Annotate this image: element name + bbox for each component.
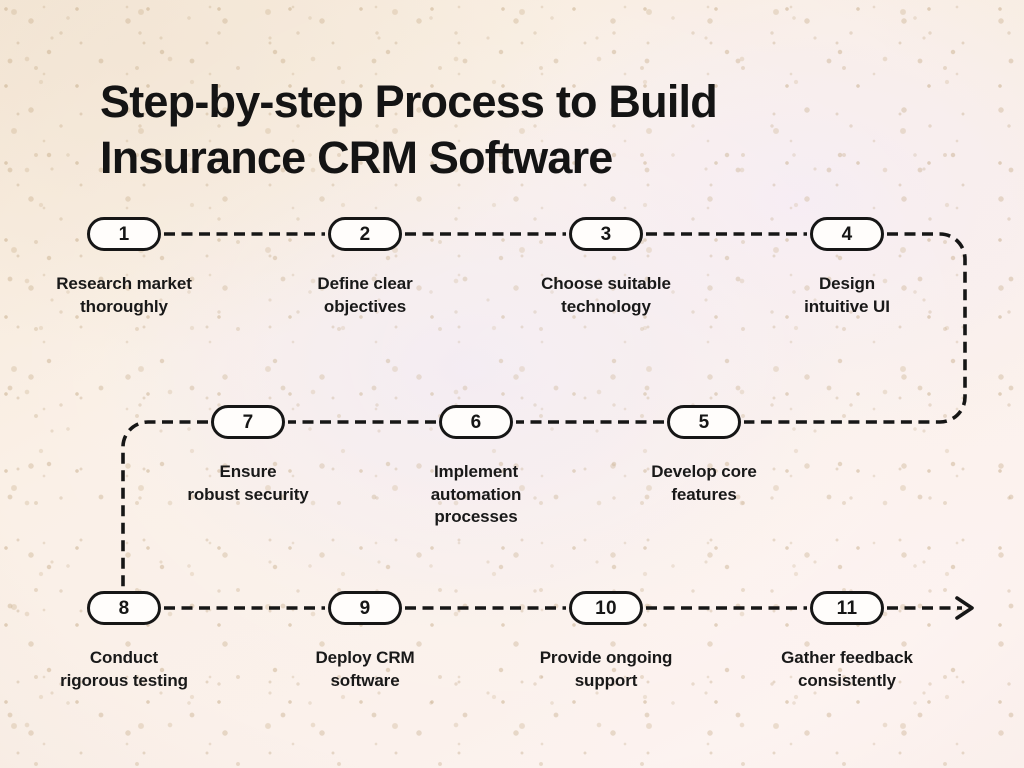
step-badge-6[interactable]: 6 [439,405,513,439]
step-badge-7[interactable]: 7 [211,405,285,439]
step-badge-8[interactable]: 8 [87,591,161,625]
step-badge-2[interactable]: 2 [328,217,402,251]
step-number-5: 5 [698,411,710,433]
step-label-10: Provide ongoing support [539,648,673,690]
step-node-11[interactable]: 11 Gather feedback consistently [732,591,962,692]
step-number-1: 1 [118,223,130,245]
step-node-8[interactable]: 8 Conduct rigorous testing [9,591,239,692]
step-label-9: Deploy CRM software [315,648,415,690]
step-badge-5[interactable]: 5 [667,405,741,439]
infographic-canvas: Step-by-step Process to Build Insurance … [0,0,1024,768]
step-node-9[interactable]: 9 Deploy CRM software [250,591,480,692]
step-number-10: 10 [595,597,617,619]
step-label-1: Research market thoroughly [56,274,192,316]
step-number-8: 8 [118,597,130,619]
step-node-1[interactable]: 1 Research market thoroughly [9,217,239,318]
step-label-3: Choose suitable technology [541,274,671,316]
step-node-7[interactable]: 7 Ensure robust security [133,405,363,506]
step-node-4[interactable]: 4 Design intuitive UI [732,217,962,318]
step-label-4: Design intuitive UI [804,274,890,316]
step-label-5: Develop core features [651,462,757,504]
step-label-11: Gather feedback consistently [781,648,913,690]
step-number-6: 6 [470,411,482,433]
step-label-8: Conduct rigorous testing [60,648,188,690]
step-node-5[interactable]: 5 Develop core features [589,405,819,506]
step-number-9: 9 [359,597,371,619]
step-badge-11[interactable]: 11 [810,591,884,625]
step-number-7: 7 [242,411,254,433]
step-number-3: 3 [600,223,612,245]
step-node-6[interactable]: 6 Implement automation processes [361,405,591,529]
step-node-3[interactable]: 3 Choose suitable technology [491,217,721,318]
step-number-11: 11 [836,597,858,619]
step-badge-4[interactable]: 4 [810,217,884,251]
step-badge-1[interactable]: 1 [87,217,161,251]
step-number-2: 2 [359,223,371,245]
step-badge-10[interactable]: 10 [569,591,643,625]
step-label-2: Define clear objectives [317,274,413,316]
step-label-7: Ensure robust security [187,462,309,504]
step-node-2[interactable]: 2 Define clear objectives [250,217,480,318]
step-badge-9[interactable]: 9 [328,591,402,625]
step-number-4: 4 [841,223,853,245]
step-badge-3[interactable]: 3 [569,217,643,251]
step-node-10[interactable]: 10 Provide ongoing support [491,591,721,692]
step-label-6: Implement automation processes [430,462,522,526]
